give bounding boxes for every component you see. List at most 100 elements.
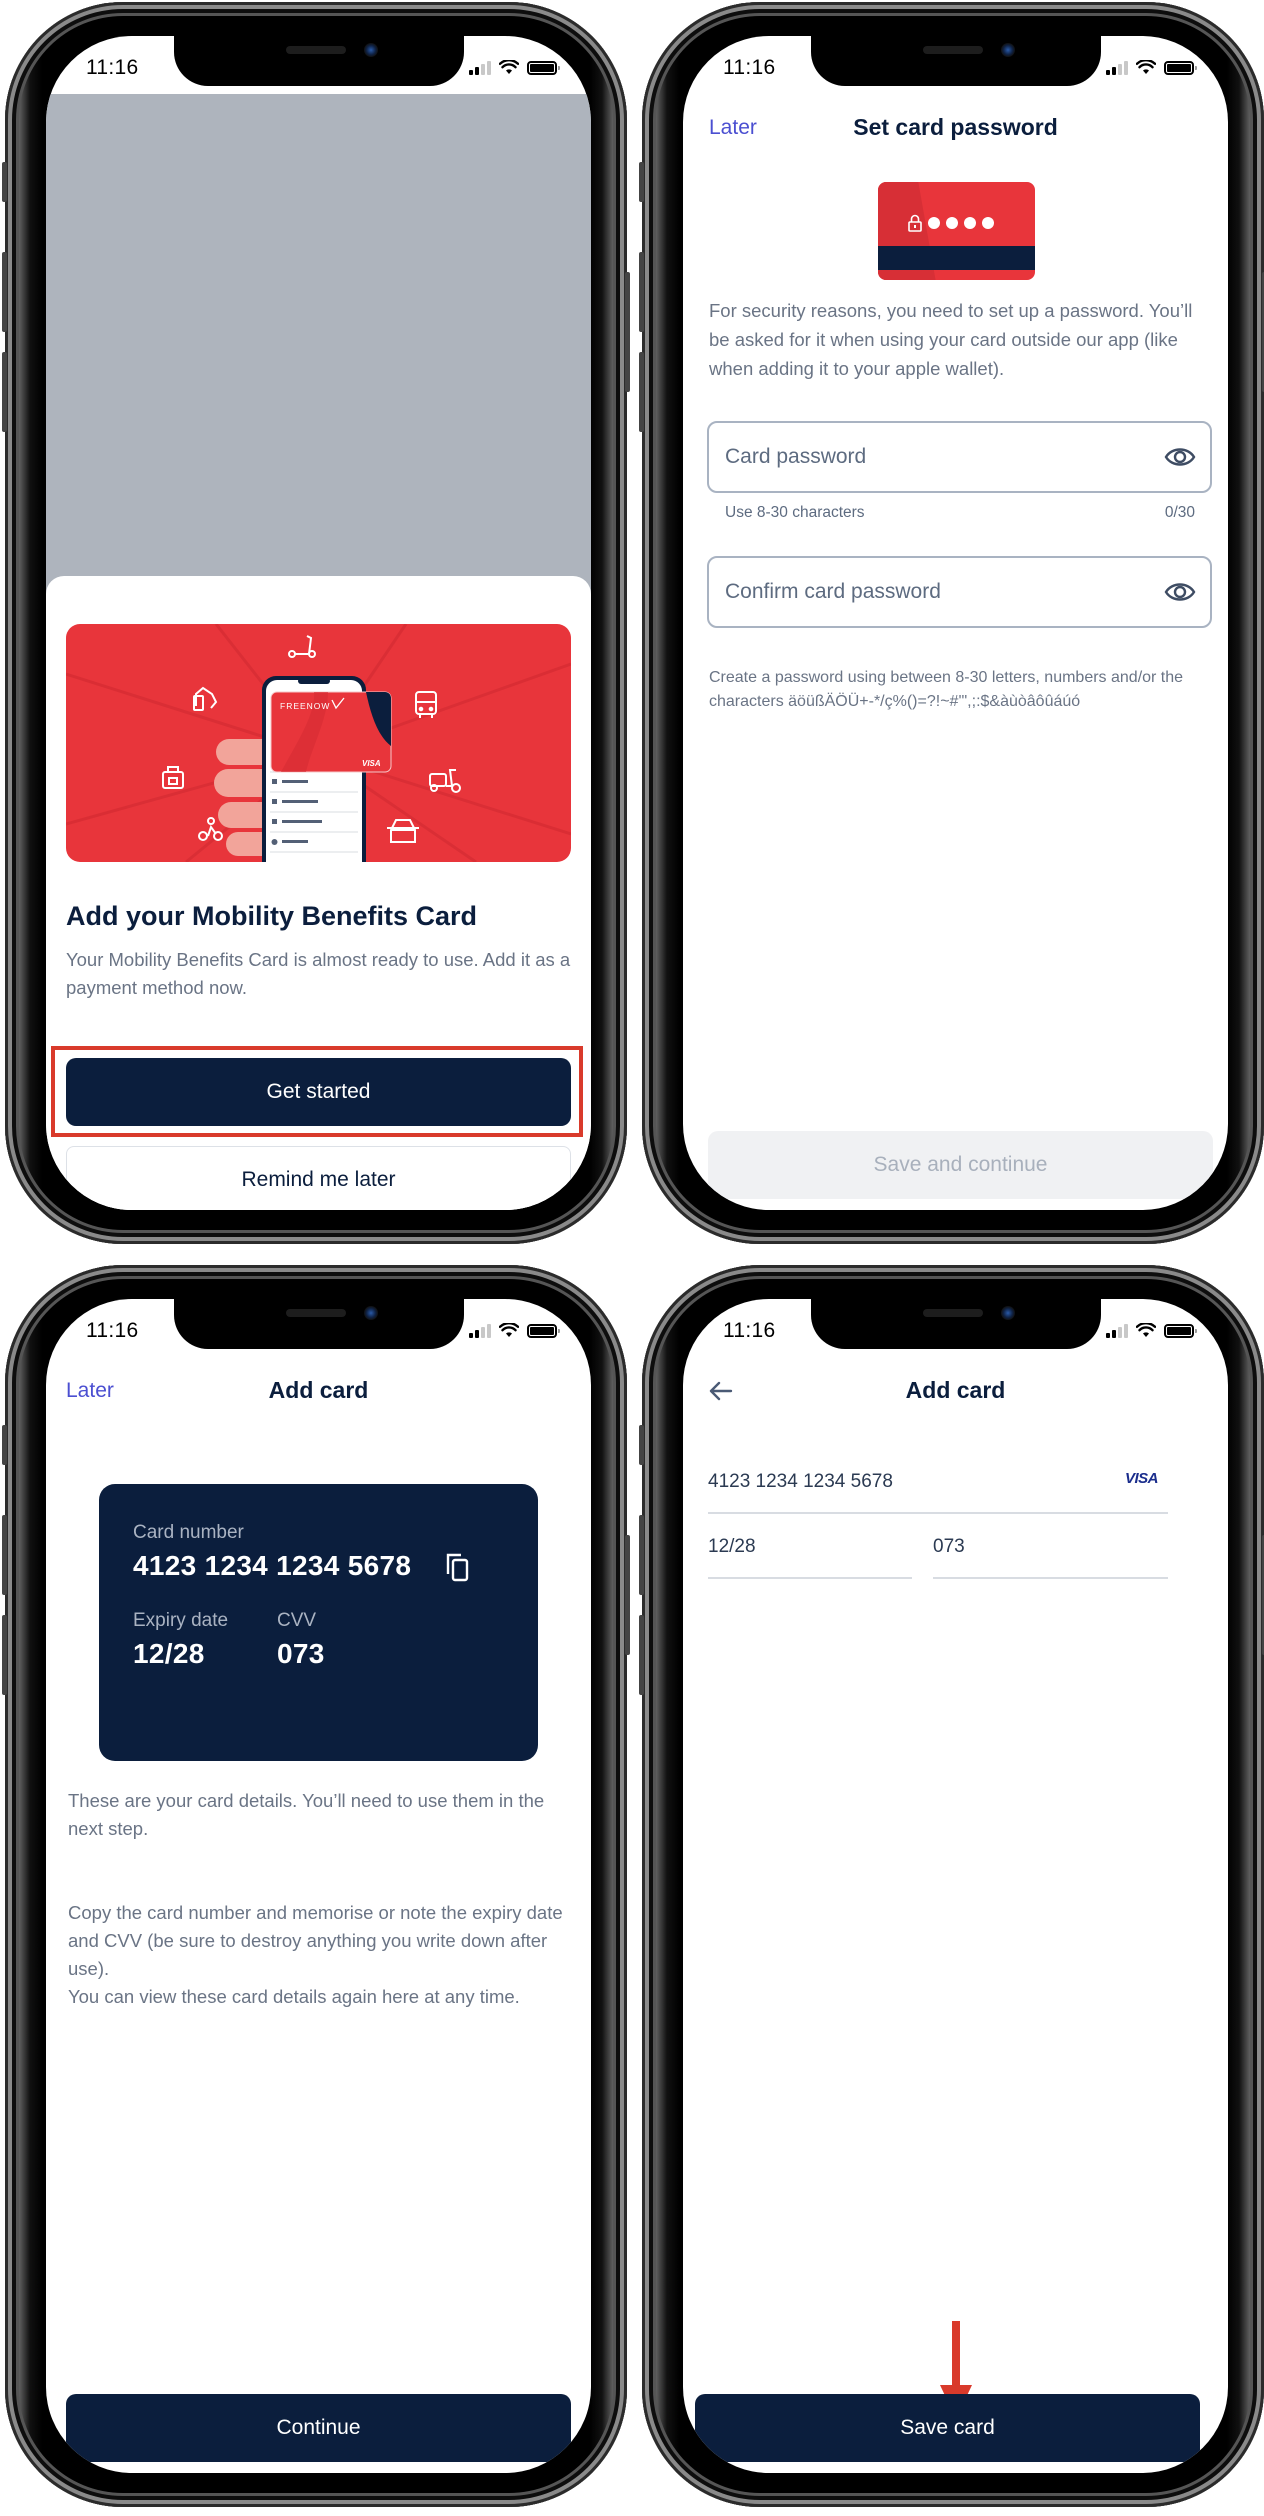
card-password-field[interactable] [707, 421, 1212, 493]
wifi-icon [1136, 1323, 1156, 1337]
save-and-continue-button[interactable]: Save and continue [708, 1131, 1213, 1199]
front-camera [1001, 1306, 1015, 1320]
battery-icon [1164, 60, 1197, 75]
volume-down-button [639, 352, 644, 432]
public-transport-icon [193, 686, 218, 711]
mute-switch [2, 162, 7, 202]
cvv-field[interactable] [933, 1519, 1168, 1579]
status-time: 11:16 [86, 56, 139, 79]
phone-frame-set-password: 11:16 Later Set card password For securi… [639, 2, 1264, 1244]
card-number-input[interactable] [708, 1454, 1168, 1510]
status-icons [469, 60, 560, 75]
hero-illustration: FREENOW VISA [66, 624, 571, 862]
card-number-label: Card number [133, 1522, 244, 1543]
battery-icon [527, 60, 560, 75]
remind-me-later-button[interactable]: Remind me later [66, 1146, 571, 1210]
screen-set-password: 11:16 Later Set card password For securi… [683, 36, 1228, 1210]
password-char-counter: 0/30 [1164, 504, 1195, 521]
mobility-illustration: FREENOW VISA [66, 624, 571, 862]
password-helper-text: Use 8-30 characters [725, 504, 865, 521]
confirm-password-field[interactable] [707, 556, 1212, 628]
page-title: Add card [905, 1377, 1006, 1403]
card-number-field[interactable]: VISA [708, 1454, 1168, 1514]
password-rules-text: Create a password using between 8-30 let… [709, 669, 1184, 710]
bottom-sheet: FREENOW VISA Add your Mobility Benefits … [46, 576, 591, 1210]
expiry-date-label: Expiry date [133, 1610, 229, 1631]
card-details-availability: You can view these card details again he… [68, 1986, 520, 2007]
cvv-input[interactable] [933, 1519, 1168, 1575]
page-title: Add card [268, 1377, 369, 1403]
card-number-value: 4123 1234 1234 5678 [133, 1550, 412, 1581]
scooter-icon [288, 635, 316, 658]
speaker [923, 46, 983, 54]
save-card-button[interactable]: Save card [695, 2394, 1200, 2462]
modal-overlay[interactable] [46, 94, 591, 654]
nav-bar: Add card [683, 1361, 1228, 1421]
phone-frame-card-details: 11:16 Later Add card Card number 4123 12… [2, 1265, 630, 2507]
page-title: Set card password [853, 114, 1058, 140]
nav-bar: Later Set card password [683, 98, 1228, 158]
nav-bar: Later Add card [46, 1361, 591, 1421]
volume-up-button [639, 252, 644, 332]
taxi-icon [162, 766, 184, 789]
power-button [625, 1535, 630, 1655]
phone-frame-onboarding: 11:16 FREENOW VISA Add your Mobility Ben… [2, 2, 630, 1244]
copy-icon[interactable] [445, 1552, 471, 1582]
visa-logo-icon: VISA [1124, 1470, 1159, 1487]
security-intro-text: For security reasons, you need to set up… [709, 300, 1193, 379]
screen-add-card-form: 11:16 Add card VISA Save card [683, 1299, 1228, 2473]
mute-switch [2, 1425, 7, 1465]
status-time: 11:16 [86, 1319, 139, 1342]
card-stripe [878, 246, 1035, 270]
lock-icon [908, 214, 922, 232]
status-time: 11:16 [723, 1319, 776, 1342]
mute-switch [639, 1425, 644, 1465]
expiry-date-input[interactable] [708, 1519, 912, 1575]
cvv-label: CVV [277, 1610, 317, 1631]
speaker [286, 1309, 346, 1317]
notch [174, 1299, 464, 1349]
password-card-illustration [878, 182, 1035, 280]
battery-icon [527, 1323, 560, 1338]
phone-frame-add-card-form: 11:16 Add card VISA Save card [639, 1265, 1264, 2507]
volume-up-button [2, 1515, 7, 1595]
cvv-value: 073 [277, 1638, 325, 1669]
car-icon [387, 819, 419, 843]
cellular-signal-icon [469, 60, 491, 75]
card-details-instructions: Copy the card number and memorise or not… [68, 1902, 563, 1979]
illustration-visa: VISA [362, 759, 381, 768]
front-camera [1001, 43, 1015, 57]
wifi-icon [499, 1323, 519, 1337]
card-details-panel: Card number 4123 1234 1234 5678 Expiry d… [99, 1484, 538, 1761]
show-confirm-password-eye-icon[interactable] [1164, 578, 1196, 606]
speaker [286, 46, 346, 54]
notch [811, 36, 1101, 86]
continue-button[interactable]: Continue [66, 2394, 571, 2462]
expiry-date-field[interactable] [708, 1519, 912, 1579]
password-dots [908, 214, 994, 232]
volume-up-button [639, 1515, 644, 1595]
volume-down-button [2, 1615, 7, 1695]
card-details-intro: These are your card details. You’ll need… [68, 1790, 545, 1839]
volume-up-button [2, 252, 7, 332]
screen-onboarding: 11:16 FREENOW VISA Add your Mobility Ben… [46, 36, 591, 1210]
bus-icon [415, 691, 437, 718]
get-started-button[interactable]: Get started [66, 1058, 571, 1126]
card-password-input[interactable] [725, 423, 1145, 491]
mute-switch [639, 162, 644, 202]
status-icons [1106, 1323, 1197, 1338]
volume-down-button [2, 352, 7, 432]
show-password-eye-icon[interactable] [1164, 443, 1196, 471]
cellular-signal-icon [469, 1323, 491, 1338]
confirm-password-input[interactable] [725, 558, 1145, 626]
front-camera [364, 43, 378, 57]
volume-down-button [639, 1615, 644, 1695]
cellular-signal-icon [1106, 60, 1128, 75]
screen-card-details: 11:16 Later Add card Card number 4123 12… [46, 1299, 591, 2473]
front-camera [364, 1306, 378, 1320]
battery-icon [1164, 1323, 1197, 1338]
moped-icon [429, 769, 461, 793]
speaker [923, 1309, 983, 1317]
sheet-title: Add your Mobility Benefits Card [66, 901, 478, 931]
benefit-card-illustration: FREENOW VISA [270, 691, 392, 773]
